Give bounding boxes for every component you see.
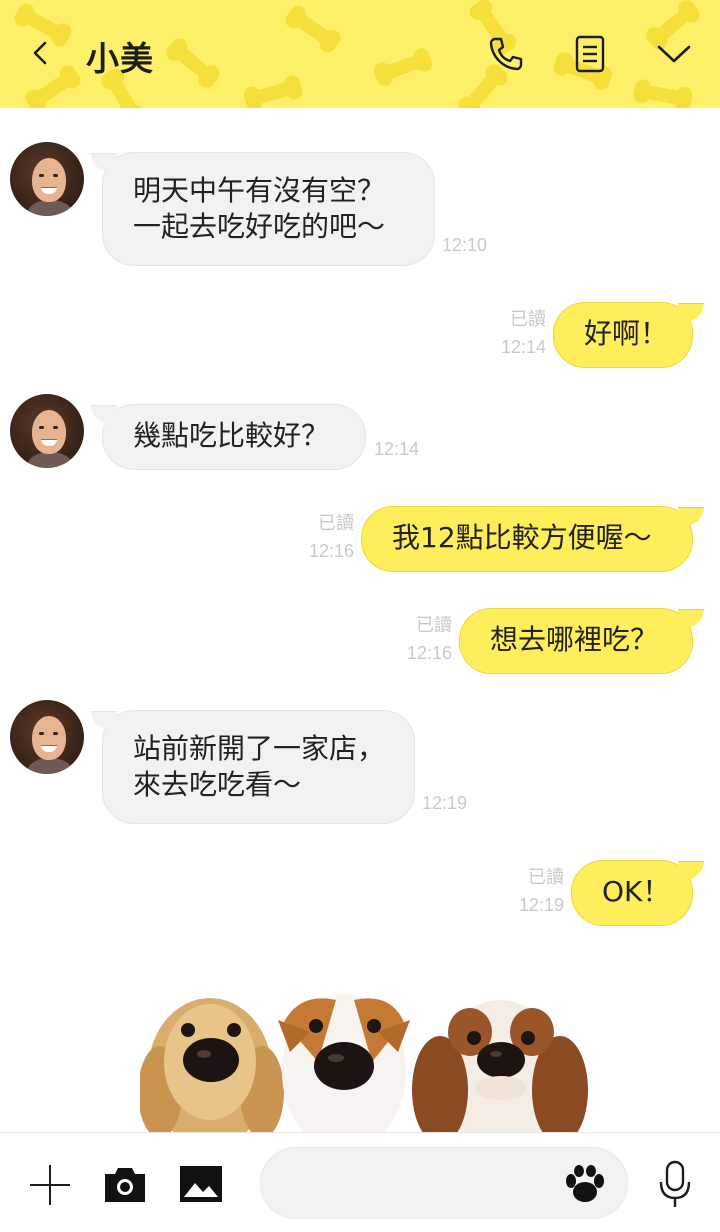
voice-input-button[interactable]	[652, 1157, 698, 1213]
message-list[interactable]: 明天中午有沒有空？ 一起去吃好吃的吧～ 12:10 已讀 12:14 好啊！ 幾…	[0, 108, 720, 1132]
voice-call-button[interactable]	[482, 30, 530, 78]
mic-icon	[659, 1160, 691, 1207]
message-bubble-outgoing[interactable]: 好啊！	[553, 302, 704, 368]
message-time: 12:14	[500, 337, 546, 357]
plus-icon	[30, 1165, 70, 1205]
avatar[interactable]	[10, 142, 84, 216]
avatar-shoulder	[28, 200, 72, 216]
message-bubble-outgoing[interactable]: OK！	[571, 860, 704, 926]
cavalier-puppy	[412, 1000, 588, 1132]
message-time: 12:16	[406, 643, 452, 663]
avatar-shoulder	[28, 758, 72, 774]
bone-decoration	[639, 84, 687, 106]
golden-puppy	[140, 998, 284, 1132]
menu-dropdown-button[interactable]	[650, 30, 698, 78]
notes-button[interactable]	[566, 30, 614, 78]
image-icon	[180, 1166, 222, 1202]
chat-header: 小美	[0, 0, 720, 108]
phone-icon	[489, 37, 523, 71]
avatar[interactable]	[10, 700, 84, 774]
message-time: 12:19	[422, 793, 468, 813]
message-time: 12:14	[374, 439, 420, 459]
add-attachment-button[interactable]	[26, 1161, 74, 1209]
sticker-preview-puppies[interactable]	[140, 992, 590, 1132]
read-status: 已讀	[416, 615, 452, 635]
camera-icon	[105, 1168, 145, 1202]
chat-title: 小美	[86, 39, 154, 78]
message-bubble-outgoing[interactable]: 想去哪裡吃？	[459, 608, 704, 674]
avatar-face	[32, 716, 66, 760]
message-bubble-incoming[interactable]: 站前新開了一家店， 來去吃吃看～	[91, 710, 415, 824]
avatar-shoulder	[28, 452, 72, 468]
chevron-down-icon	[657, 45, 691, 63]
avatar-face	[32, 158, 66, 202]
bone-decoration	[290, 10, 336, 48]
message-time: 12:10	[442, 235, 488, 255]
read-status: 已讀	[528, 867, 564, 887]
message-bubble-outgoing[interactable]: 我12點比較方便喔～	[361, 506, 704, 572]
bone-decoration	[170, 42, 216, 84]
back-button[interactable]	[18, 30, 64, 76]
message-time: 12:19	[518, 895, 564, 915]
message-bubble-incoming[interactable]: 明天中午有沒有空？ 一起去吃好吃的吧～	[91, 152, 435, 266]
message-input-bar	[0, 1132, 720, 1232]
read-status: 已讀	[318, 513, 354, 533]
jack-russell-puppy	[278, 994, 410, 1132]
message-bubble-incoming[interactable]: 幾點吃比較好？	[91, 404, 366, 470]
message-time: 12:16	[308, 541, 354, 561]
image-button[interactable]	[176, 1161, 226, 1207]
bone-decoration	[248, 80, 298, 106]
paw-icon	[566, 1165, 604, 1202]
avatar-face	[32, 410, 66, 454]
avatar[interactable]	[10, 394, 84, 468]
read-status: 已讀	[510, 309, 546, 329]
sticker-button[interactable]	[560, 1161, 610, 1207]
back-icon	[33, 41, 47, 65]
note-icon	[575, 35, 605, 73]
camera-button[interactable]	[100, 1161, 150, 1207]
bone-decoration	[378, 52, 428, 82]
puppies-sticker-image	[140, 994, 588, 1132]
